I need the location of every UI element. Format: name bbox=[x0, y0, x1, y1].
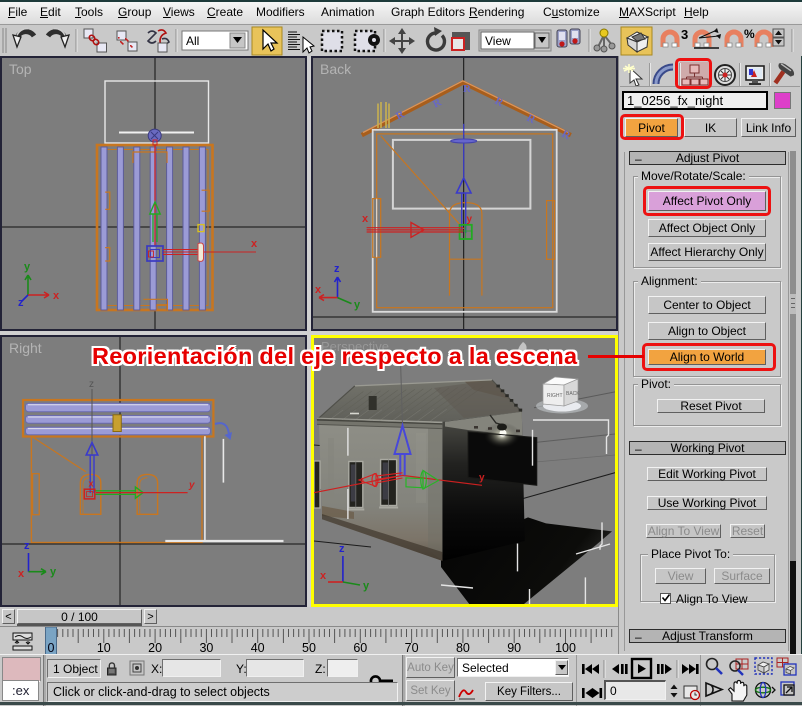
svg-text:%: % bbox=[744, 27, 755, 41]
svg-text:0: 0 bbox=[48, 641, 55, 655]
svg-text:90: 90 bbox=[507, 641, 521, 655]
svg-text:RIGHT: RIGHT bbox=[547, 393, 563, 399]
svg-text:80: 80 bbox=[456, 641, 470, 655]
svg-text:x: x bbox=[362, 213, 369, 225]
svg-text:View: View bbox=[485, 34, 511, 48]
svg-text:z: z bbox=[89, 379, 94, 390]
svg-text:y: y bbox=[479, 473, 485, 484]
svg-text:y: y bbox=[50, 566, 57, 578]
svg-text:y: y bbox=[467, 214, 473, 225]
svg-text:x: x bbox=[251, 238, 258, 250]
svg-text:50: 50 bbox=[302, 641, 316, 655]
svg-text:70: 70 bbox=[405, 641, 419, 655]
svg-text:30: 30 bbox=[199, 641, 213, 655]
svg-text:3: 3 bbox=[681, 27, 688, 42]
svg-text:y: y bbox=[354, 299, 361, 311]
svg-text:z: z bbox=[24, 540, 30, 552]
svg-text:z: z bbox=[339, 543, 345, 555]
svg-text:x: x bbox=[53, 290, 60, 302]
svg-text:40: 40 bbox=[251, 641, 265, 655]
svg-text:100: 100 bbox=[555, 641, 576, 655]
svg-text:y: y bbox=[24, 261, 31, 273]
svg-text:x: x bbox=[18, 568, 25, 580]
svg-text:R: R bbox=[431, 96, 444, 111]
svg-text:y: y bbox=[363, 580, 370, 592]
svg-text:60: 60 bbox=[353, 641, 367, 655]
svg-text:x: x bbox=[320, 570, 327, 582]
svg-text:10: 10 bbox=[97, 641, 111, 655]
svg-text:x: x bbox=[89, 479, 94, 489]
svg-text:z: z bbox=[18, 297, 24, 309]
svg-text:20: 20 bbox=[148, 641, 162, 655]
svg-text:R: R bbox=[463, 83, 472, 95]
svg-text:BACK: BACK bbox=[566, 391, 580, 397]
svg-text:All: All bbox=[186, 34, 199, 48]
svg-text:y: y bbox=[188, 480, 195, 491]
svg-text:x: x bbox=[315, 284, 322, 296]
svg-text:z: z bbox=[334, 263, 340, 275]
